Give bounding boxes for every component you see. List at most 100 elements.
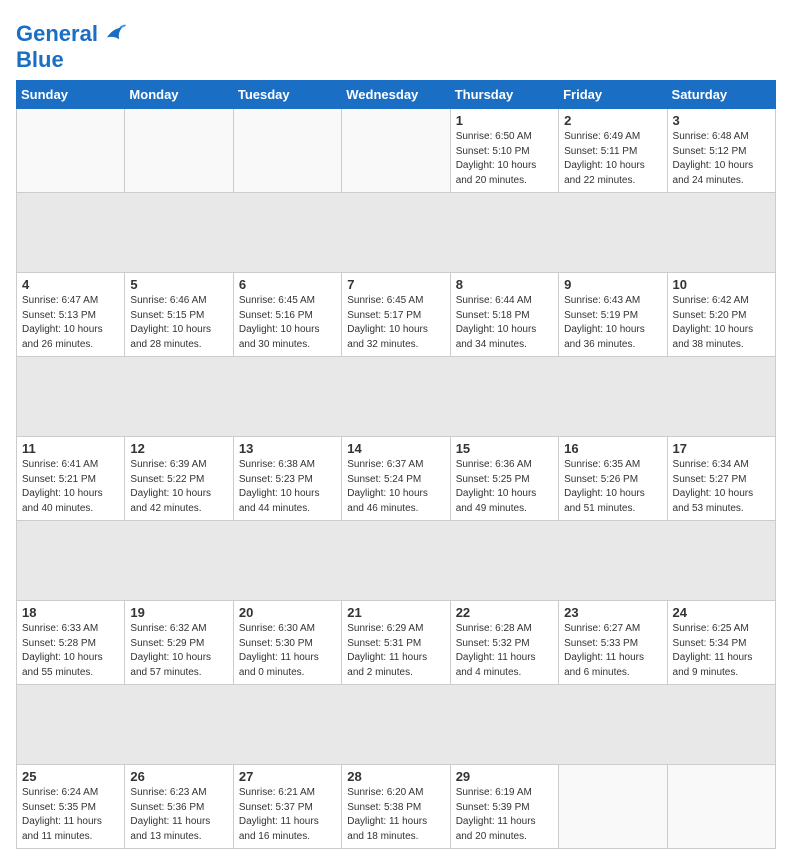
calendar-cell: 3 Sunrise: 6:48 AM Sunset: 5:12 PM Daylig… [667,109,775,193]
weekday-header-wednesday: Wednesday [342,81,450,109]
day-info: Sunrise: 6:45 AM Sunset: 5:16 PM Dayligh… [239,294,336,352]
calendar-cell: 24 Sunrise: 6:25 AM Sunset: 5:34 PM Dayli… [667,601,775,685]
day-info: Sunrise: 6:46 AM Sunset: 5:15 PM Dayligh… [130,294,227,352]
logo-general: General [16,21,98,46]
day-number: 3 [673,113,770,128]
calendar-cell: 23 Sunrise: 6:27 AM Sunset: 5:33 PM Dayli… [559,601,667,685]
day-number: 21 [347,605,444,620]
day-info: Sunrise: 6:44 AM Sunset: 5:18 PM Dayligh… [456,294,553,352]
calendar-cell: 20 Sunrise: 6:30 AM Sunset: 5:30 PM Dayli… [233,601,341,685]
day-number: 23 [564,605,661,620]
day-info: Sunrise: 6:27 AM Sunset: 5:33 PM Dayligh… [564,622,661,680]
day-number: 19 [130,605,227,620]
calendar-week-0: 1 Sunrise: 6:50 AM Sunset: 5:10 PM Daylig… [17,109,776,193]
calendar-cell: 28Sunrise: 6:20 AM Sunset: 5:38 PM Dayli… [342,765,450,849]
day-info: Sunrise: 6:28 AM Sunset: 5:32 PM Dayligh… [456,622,553,680]
weekday-header-monday: Monday [125,81,233,109]
calendar-cell: 8Sunrise: 6:44 AM Sunset: 5:18 PM Daylig… [450,273,558,357]
calendar-cell: 14 Sunrise: 6:37 AM Sunset: 5:24 PM Dayli… [342,437,450,521]
day-number: 11 [22,441,119,456]
calendar-cell: 18Sunrise: 6:33 AM Sunset: 5:28 PM Dayli… [17,601,125,685]
calendar-cell [233,109,341,193]
day-info: Sunrise: 6:49 AM Sunset: 5:11 PM Dayligh… [564,130,661,188]
calendar-cell: 17 Sunrise: 6:34 AM Sunset: 5:27 PM Dayli… [667,437,775,521]
day-info: Sunrise: 6:47 AM Sunset: 5:13 PM Dayligh… [22,294,119,352]
weekday-header-sunday: Sunday [17,81,125,109]
day-info: Sunrise: 6:37 AM Sunset: 5:24 PM Dayligh… [347,458,444,516]
calendar-cell [667,765,775,849]
weekday-header-saturday: Saturday [667,81,775,109]
day-number: 25 [22,769,119,784]
logo: General Blue [16,20,128,72]
day-number: 22 [456,605,553,620]
week-spacer [17,521,776,601]
calendar-cell: 19 Sunrise: 6:32 AM Sunset: 5:29 PM Dayli… [125,601,233,685]
weekday-header-friday: Friday [559,81,667,109]
calendar-cell [559,765,667,849]
day-info: Sunrise: 6:43 AM Sunset: 5:19 PM Dayligh… [564,294,661,352]
day-info: Sunrise: 6:29 AM Sunset: 5:31 PM Dayligh… [347,622,444,680]
day-number: 13 [239,441,336,456]
calendar: SundayMondayTuesdayWednesdayThursdayFrid… [16,80,776,849]
day-number: 17 [673,441,770,456]
calendar-cell: 9 Sunrise: 6:43 AM Sunset: 5:19 PM Daylig… [559,273,667,357]
day-number: 7 [347,277,444,292]
day-number: 14 [347,441,444,456]
day-info: Sunrise: 6:41 AM Sunset: 5:21 PM Dayligh… [22,458,119,516]
calendar-cell: 22 Sunrise: 6:28 AM Sunset: 5:32 PM Dayli… [450,601,558,685]
week-spacer [17,685,776,765]
day-info: Sunrise: 6:35 AM Sunset: 5:26 PM Dayligh… [564,458,661,516]
calendar-cell: 27 Sunrise: 6:21 AM Sunset: 5:37 PM Dayli… [233,765,341,849]
day-info: Sunrise: 6:21 AM Sunset: 5:37 PM Dayligh… [239,786,336,844]
day-info: Sunrise: 6:42 AM Sunset: 5:20 PM Dayligh… [673,294,770,352]
logo-blue: Blue [16,47,64,72]
day-info: Sunrise: 6:19 AM Sunset: 5:39 PM Dayligh… [456,786,553,844]
calendar-week-3: 18Sunrise: 6:33 AM Sunset: 5:28 PM Dayli… [17,601,776,685]
weekday-header-thursday: Thursday [450,81,558,109]
day-info: Sunrise: 6:33 AM Sunset: 5:28 PM Dayligh… [22,622,119,680]
calendar-cell: 29 Sunrise: 6:19 AM Sunset: 5:39 PM Dayli… [450,765,558,849]
calendar-cell: 11 Sunrise: 6:41 AM Sunset: 5:21 PM Dayli… [17,437,125,521]
calendar-cell: 5Sunrise: 6:46 AM Sunset: 5:15 PM Daylig… [125,273,233,357]
calendar-cell: 1 Sunrise: 6:50 AM Sunset: 5:10 PM Daylig… [450,109,558,193]
day-number: 16 [564,441,661,456]
day-number: 24 [673,605,770,620]
calendar-week-1: 4 Sunrise: 6:47 AM Sunset: 5:13 PM Daylig… [17,273,776,357]
day-info: Sunrise: 6:50 AM Sunset: 5:10 PM Dayligh… [456,130,553,188]
calendar-cell [17,109,125,193]
calendar-cell: 10 Sunrise: 6:42 AM Sunset: 5:20 PM Dayli… [667,273,775,357]
day-info: Sunrise: 6:48 AM Sunset: 5:12 PM Dayligh… [673,130,770,188]
day-number: 27 [239,769,336,784]
day-number: 29 [456,769,553,784]
logo-bird-icon [100,20,128,48]
day-info: Sunrise: 6:32 AM Sunset: 5:29 PM Dayligh… [130,622,227,680]
calendar-cell: 4 Sunrise: 6:47 AM Sunset: 5:13 PM Daylig… [17,273,125,357]
calendar-week-2: 11 Sunrise: 6:41 AM Sunset: 5:21 PM Dayli… [17,437,776,521]
calendar-cell [342,109,450,193]
day-info: Sunrise: 6:45 AM Sunset: 5:17 PM Dayligh… [347,294,444,352]
day-info: Sunrise: 6:36 AM Sunset: 5:25 PM Dayligh… [456,458,553,516]
calendar-cell: 2Sunrise: 6:49 AM Sunset: 5:11 PM Daylig… [559,109,667,193]
calendar-cell: 15 Sunrise: 6:36 AM Sunset: 5:25 PM Dayli… [450,437,558,521]
day-number: 4 [22,277,119,292]
day-info: Sunrise: 6:34 AM Sunset: 5:27 PM Dayligh… [673,458,770,516]
day-number: 1 [456,113,553,128]
day-number: 20 [239,605,336,620]
calendar-cell: 25 Sunrise: 6:24 AM Sunset: 5:35 PM Dayli… [17,765,125,849]
calendar-cell [125,109,233,193]
day-number: 9 [564,277,661,292]
day-info: Sunrise: 6:23 AM Sunset: 5:36 PM Dayligh… [130,786,227,844]
day-number: 6 [239,277,336,292]
day-number: 12 [130,441,227,456]
day-info: Sunrise: 6:25 AM Sunset: 5:34 PM Dayligh… [673,622,770,680]
day-info: Sunrise: 6:39 AM Sunset: 5:22 PM Dayligh… [130,458,227,516]
day-info: Sunrise: 6:30 AM Sunset: 5:30 PM Dayligh… [239,622,336,680]
day-number: 28 [347,769,444,784]
calendar-cell: 16 Sunrise: 6:35 AM Sunset: 5:26 PM Dayli… [559,437,667,521]
day-number: 15 [456,441,553,456]
calendar-cell: 6 Sunrise: 6:45 AM Sunset: 5:16 PM Daylig… [233,273,341,357]
day-info: Sunrise: 6:24 AM Sunset: 5:35 PM Dayligh… [22,786,119,844]
day-number: 10 [673,277,770,292]
week-spacer [17,193,776,273]
calendar-cell: 7 Sunrise: 6:45 AM Sunset: 5:17 PM Daylig… [342,273,450,357]
